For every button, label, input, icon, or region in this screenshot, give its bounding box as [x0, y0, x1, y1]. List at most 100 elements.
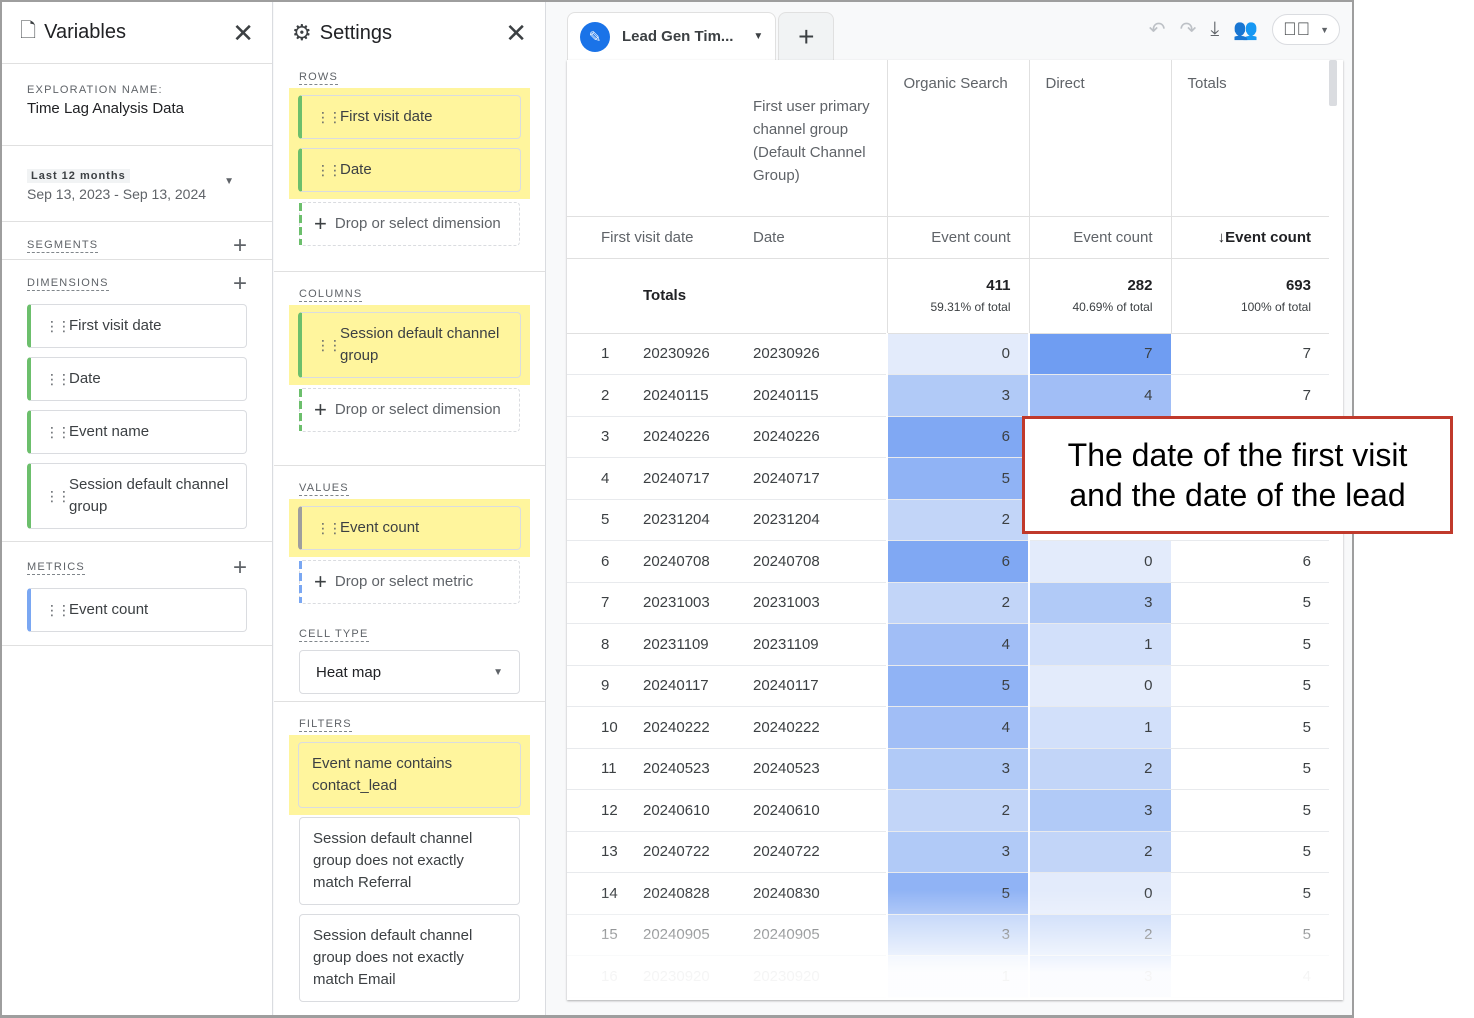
direct-heat-cell: 2	[1028, 831, 1172, 873]
metric-header[interactable]: Event count	[886, 215, 1029, 259]
drag-handle-icon: ⋮⋮	[45, 602, 71, 618]
organic-heat-cell: 3	[886, 831, 1030, 873]
table-row[interactable]: 9 20240117 20240117 5 0 5	[567, 665, 1329, 707]
first-visit-date-cell: 20230926	[631, 333, 739, 375]
download-icon[interactable]: ⤓	[1210, 18, 1219, 41]
add-dimension-button[interactable]: +	[233, 272, 247, 296]
metric-header-sorted[interactable]: ↓Event count	[1170, 215, 1329, 259]
filters-label: FILTERS	[299, 718, 352, 732]
first-visit-date-cell: 20231204	[631, 499, 739, 541]
drop-metric[interactable]: + Drop or select metric	[299, 560, 520, 604]
values-label: VALUES	[299, 482, 349, 496]
drag-handle-icon: ⋮⋮	[45, 371, 71, 387]
settings-panel: ⚙ Settings ✕ ROWS ⋮⋮ First visit date ⋮⋮ D…	[274, 2, 546, 1015]
dimension-chip[interactable]: ⋮⋮ Event name	[27, 410, 247, 454]
chevron-down-icon: ▼	[1320, 24, 1329, 35]
exploration-name-label: EXPLORATION NAME:	[27, 84, 163, 96]
table-row[interactable]: 13 20240722 20240722 3 2 5	[567, 831, 1329, 873]
row-number: 14	[567, 872, 631, 915]
dimension-chip[interactable]: ⋮⋮ First visit date	[27, 304, 247, 348]
first-visit-date-cell: 20240222	[631, 706, 739, 749]
first-visit-date-cell: 20231109	[631, 623, 739, 666]
table-row[interactable]: 11 20240523 20240523 3 2 5	[567, 748, 1329, 790]
date-cell: 20230926	[739, 333, 887, 375]
first-visit-date-cell: 20231003	[631, 582, 739, 624]
table-row[interactable]: 2 20240115 20240115 3 4 7	[567, 374, 1329, 417]
organic-heat-cell: 6	[886, 540, 1030, 583]
table-row[interactable]: 7 20231003 20231003 2 3 5	[567, 582, 1329, 624]
pencil-icon: ✎	[580, 21, 610, 52]
filter-chip[interactable]: Session default channel group does not e…	[299, 914, 520, 1002]
first-visit-date-cell: 20240722	[631, 831, 739, 873]
filter-chip[interactable]: Session default channel group does not e…	[299, 817, 520, 905]
filter-chip[interactable]: Event name contains contact_lead	[298, 742, 521, 808]
drag-handle-icon: ⋮⋮	[316, 337, 342, 353]
first-visit-date-cell: 20240117	[631, 665, 739, 707]
row-header-date[interactable]: Date	[739, 215, 887, 259]
row-chip[interactable]: ⋮⋮ First visit date	[298, 95, 521, 139]
direct-heat-cell: 1	[1028, 706, 1172, 749]
date-cell: 20230920	[739, 955, 887, 998]
table-row[interactable]: 1 20230926 20230926 0 7 7	[567, 333, 1329, 375]
close-variables-button[interactable]: ✕	[232, 20, 254, 46]
column-chip[interactable]: ⋮⋮ Session default channel group	[298, 312, 521, 378]
table-row[interactable]: 15 20240905 20240905 3 2 5	[567, 914, 1329, 956]
total-cell: 5	[1171, 872, 1329, 915]
organic-heat-cell: 5	[886, 457, 1030, 500]
redo-icon[interactable]: ↷	[1180, 17, 1197, 42]
variables-title: Variables	[44, 21, 126, 43]
total-cell: 5	[1171, 914, 1329, 956]
row-number: 15	[567, 914, 631, 956]
total-cell: 5	[1171, 623, 1329, 666]
add-tab-button[interactable]: +	[778, 12, 835, 60]
add-metric-button[interactable]: +	[233, 556, 247, 580]
table-row[interactable]: 16 20230920 20230920 1 3 4	[567, 955, 1329, 998]
chevron-down-icon[interactable]: ▼	[753, 31, 763, 42]
value-chip[interactable]: ⋮⋮ Event count	[298, 506, 521, 550]
direct-heat-cell: 3	[1028, 789, 1172, 832]
metric-chip[interactable]: ⋮⋮ Event count	[27, 588, 247, 632]
direct-heat-cell: 0	[1028, 665, 1172, 707]
row-header-first-visit[interactable]: First visit date	[567, 215, 739, 259]
drop-row-dimension[interactable]: + Drop or select dimension	[299, 202, 520, 246]
drag-handle-icon: ⋮⋮	[316, 109, 342, 125]
organic-heat-cell: 4	[886, 706, 1030, 749]
row-number: 1	[567, 333, 631, 375]
cell-type-select[interactable]: Heat map ▼	[299, 650, 520, 694]
add-segment-button[interactable]: +	[233, 234, 247, 258]
dimension-chip[interactable]: ⋮⋮ Date	[27, 357, 247, 401]
exploration-name-input[interactable]: Time Lag Analysis Data	[27, 100, 247, 117]
date-cell: 20240708	[739, 540, 887, 583]
total-cell: 5	[1171, 582, 1329, 624]
row-number: 6	[567, 540, 631, 583]
row-chip[interactable]: ⋮⋮ Date	[298, 148, 521, 192]
metric-header[interactable]: Event count	[1028, 215, 1171, 259]
gear-icon: ⚙	[292, 20, 312, 45]
total-cell: 4	[1171, 955, 1329, 998]
table-row[interactable]: 6 20240708 20240708 6 0 6	[567, 540, 1329, 583]
share-user-icon[interactable]: 👥	[1233, 17, 1258, 42]
total-cell: 5	[1171, 748, 1329, 790]
table-row[interactable]: 14 20240828 20240830 5 0 5	[567, 872, 1329, 915]
rows-label: ROWS	[299, 71, 339, 85]
dimension-chip[interactable]: ⋮⋮ Session default channel group	[27, 463, 247, 529]
undo-icon[interactable]: ↶	[1149, 17, 1166, 42]
vertical-scrollbar[interactable]	[1329, 60, 1337, 106]
drop-column-dimension[interactable]: + Drop or select dimension	[299, 388, 520, 432]
date-range-selector[interactable]: Last 12 months Sep 13, 2023 - Sep 13, 20…	[2, 146, 272, 222]
table-row[interactable]: 8 20231109 20231109 4 1 5	[567, 623, 1329, 666]
close-settings-button[interactable]: ✕	[505, 20, 527, 46]
tab-exploration[interactable]: ✎ Lead Gen Tim... ▼	[567, 12, 777, 60]
column-group-header: Totals	[1170, 60, 1329, 216]
row-number: 16	[567, 955, 631, 998]
status-menu-button[interactable]: ✓⃝ ▼	[1272, 14, 1340, 45]
direct-heat-cell: 0	[1028, 872, 1172, 915]
variables-panel: 🗋 Variables ✕ EXPLORATION NAME: Time Lag…	[2, 2, 273, 1015]
date-cell: 20231204	[739, 499, 887, 541]
table-row[interactable]: 12 20240610 20240610 2 3 5	[567, 789, 1329, 832]
table-row[interactable]: 10 20240222 20240222 4 1 5	[567, 706, 1329, 749]
first-visit-date-cell: 20240523	[631, 748, 739, 790]
annotation-callout: The date of the first visit and the date…	[1022, 416, 1453, 534]
total-cell: 5	[1171, 706, 1329, 749]
segments-label: SEGMENTS	[27, 239, 99, 253]
